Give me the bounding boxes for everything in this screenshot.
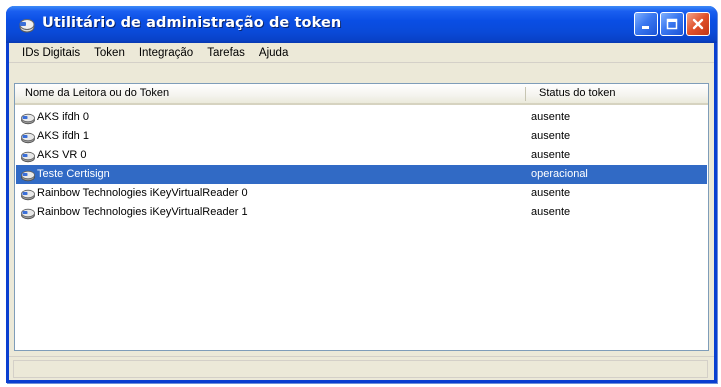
row-name: AKS ifdh 1 [37, 130, 89, 142]
row-name: Rainbow Technologies iKeyVirtualReader 1 [37, 206, 248, 218]
row-status: ausente [531, 149, 571, 161]
token-icon [21, 170, 35, 182]
maximize-icon [666, 18, 678, 30]
card-reader-icon [21, 132, 35, 144]
window-title: Utilitário de administração de token [42, 15, 342, 31]
row-name: AKS ifdh 0 [37, 111, 89, 123]
column-header-status[interactable]: Status do token [539, 84, 615, 103]
row-name: Teste Certisign [37, 168, 110, 180]
table-row[interactable]: Teste Certisign operacional [16, 165, 707, 184]
menu-integracao[interactable]: Integração [132, 43, 200, 63]
card-reader-icon [21, 151, 35, 163]
status-bar [9, 356, 714, 380]
row-status: ausente [531, 111, 571, 123]
table-row[interactable]: AKS ifdh 1 ausente [16, 127, 707, 146]
list-header: Nome da Leitora ou do Token Status do to… [15, 84, 708, 105]
row-status: operacional [531, 168, 588, 180]
menu-ajuda[interactable]: Ajuda [252, 43, 295, 63]
row-status: ausente [531, 187, 571, 199]
close-icon [692, 18, 704, 30]
menu-token[interactable]: Token [87, 43, 132, 63]
close-button[interactable] [686, 12, 710, 36]
card-reader-icon [21, 208, 35, 220]
token-list[interactable]: Nome da Leitora ou do Token Status do to… [14, 83, 709, 351]
status-bar-panel [13, 360, 708, 378]
app-window: Utilitário de administração de token IDs… [6, 6, 717, 383]
table-row[interactable]: Rainbow Technologies iKeyVirtualReader 0… [16, 184, 707, 203]
maximize-button[interactable] [660, 12, 684, 36]
row-name: AKS VR 0 [37, 149, 87, 161]
minimize-icon [642, 26, 649, 29]
minimize-button[interactable] [634, 12, 658, 36]
table-row[interactable]: Rainbow Technologies iKeyVirtualReader 1… [16, 203, 707, 222]
menu-bar: IDs Digitais Token Integração Tarefas Aj… [9, 43, 714, 63]
row-status: ausente [531, 130, 571, 142]
row-status: ausente [531, 206, 571, 218]
card-reader-icon [21, 113, 35, 125]
row-name: Rainbow Technologies iKeyVirtualReader 0 [37, 187, 248, 199]
title-bar[interactable]: Utilitário de administração de token [6, 6, 717, 43]
menu-ids-digitais[interactable]: IDs Digitais [15, 43, 87, 63]
token-app-icon [19, 19, 35, 33]
column-header-name[interactable]: Nome da Leitora ou do Token [25, 84, 169, 103]
table-row[interactable]: AKS VR 0 ausente [16, 146, 707, 165]
card-reader-icon [21, 189, 35, 201]
table-row[interactable]: AKS ifdh 0 ausente [16, 108, 707, 127]
column-divider[interactable] [525, 87, 526, 101]
menu-tarefas[interactable]: Tarefas [200, 43, 252, 63]
